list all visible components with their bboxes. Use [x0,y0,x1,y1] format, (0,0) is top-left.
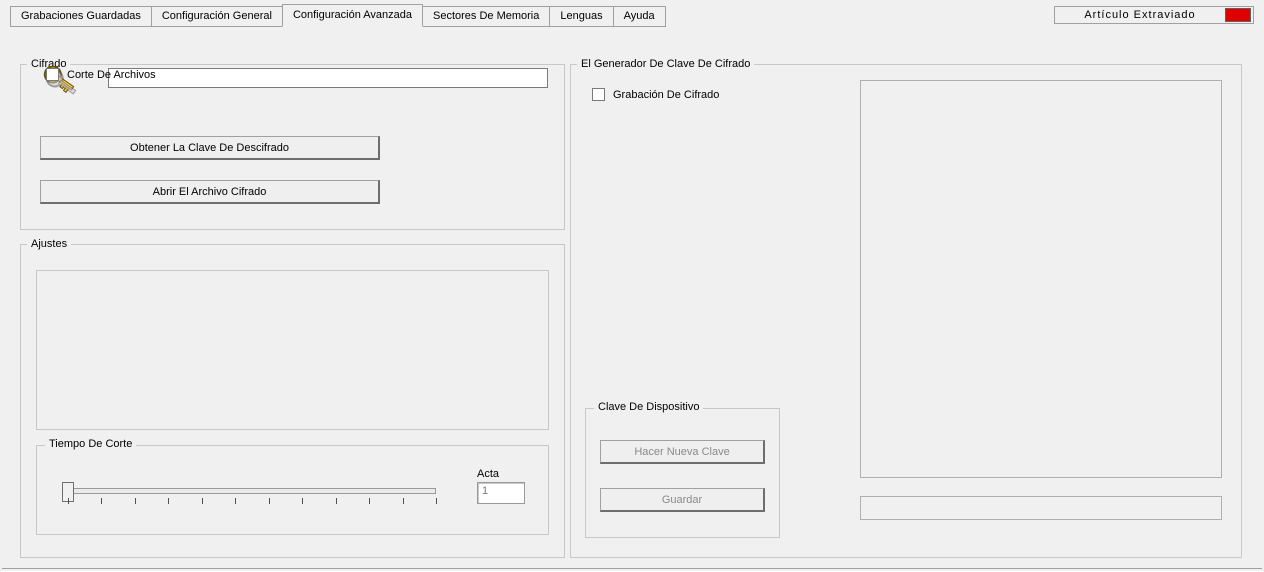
slider-ticks [68,498,436,506]
group-device-key: Clave De Dispositivo [585,408,780,538]
status-led-icon [1225,8,1251,22]
group-key-generator-legend: El Generador De Clave De Cifrado [577,58,754,70]
group-settings-legend: Ajustes [27,238,71,250]
save-key-button[interactable]: Guardar [600,488,765,512]
status-label: Artículo Extraviado [1063,9,1217,21]
generated-key-display [860,80,1222,478]
group-cut-time: Tiempo De Corte Acta 1 [36,445,549,535]
topbar: Grabaciones Guardadas Configuración Gene… [10,6,1254,28]
tab-saved-recordings[interactable]: Grabaciones Guardadas [10,6,152,27]
tab-advanced-config[interactable]: Configuración Avanzada [282,4,423,27]
acta-label: Acta [477,468,499,480]
file-cut-checkbox[interactable] [46,68,59,81]
cut-time-slider[interactable] [62,482,442,512]
tab-help[interactable]: Ayuda [613,6,666,27]
content: Cifrado Obtener La Clave De Descifrado A… [10,28,1254,558]
settings-inner-panel [36,270,549,430]
tab-memory-sectors[interactable]: Sectores De Memoria [422,6,550,27]
group-cut-time-legend: Tiempo De Corte [45,438,136,450]
generated-key-footer-box [860,496,1222,520]
file-cut-label: Corte De Archivos [67,69,156,81]
group-device-key-legend: Clave De Dispositivo [594,401,703,413]
encrypt-recording-checkbox-row[interactable]: Grabación De Cifrado [592,88,719,101]
tab-languages[interactable]: Lenguas [549,6,613,27]
app-root: Grabaciones Guardadas Configuración Gene… [0,0,1264,572]
get-decrypt-key-button[interactable]: Obtener La Clave De Descifrado [40,136,380,160]
file-cut-checkbox-row[interactable]: Corte De Archivos [46,68,156,81]
encrypt-recording-label: Grabación De Cifrado [613,89,719,101]
encrypt-recording-checkbox[interactable] [592,88,605,101]
bottom-separator [2,568,1262,572]
encryption-key-input[interactable] [108,68,548,88]
acta-value-box: 1 [477,482,525,504]
open-encrypted-file-button[interactable]: Abrir El Archivo Cifrado [40,180,380,204]
tab-general-config[interactable]: Configuración General [151,6,283,27]
slider-track [68,488,436,494]
tab-strip: Grabaciones Guardadas Configuración Gene… [10,6,1054,27]
group-settings: Ajustes Tiempo De Corte Acta 1 [20,238,565,558]
make-new-key-button[interactable]: Hacer Nueva Clave [600,440,765,464]
status-box: Artículo Extraviado [1054,6,1254,24]
